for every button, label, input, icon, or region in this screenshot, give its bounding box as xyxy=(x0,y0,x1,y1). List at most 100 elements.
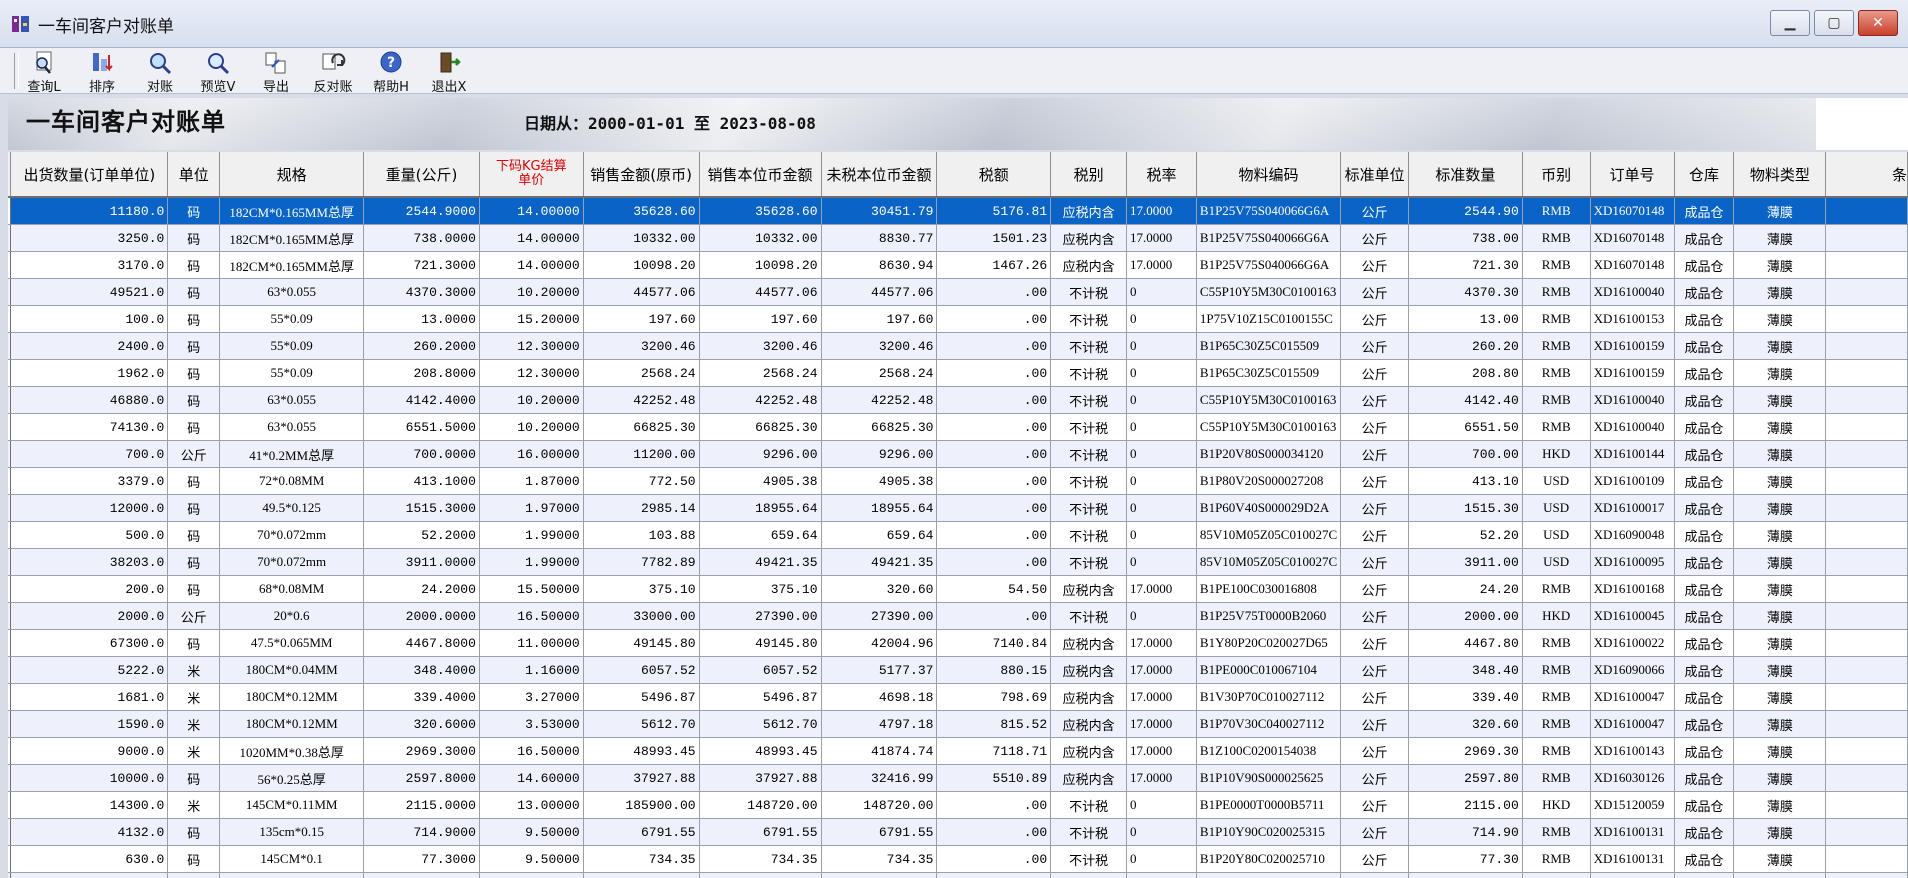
table-cell[interactable]: 42004.96 xyxy=(821,629,938,657)
table-cell[interactable]: 公斤 xyxy=(1340,413,1410,441)
table-cell[interactable]: 不计税 xyxy=(1050,602,1128,630)
table-cell[interactable]: 9296.00 xyxy=(699,440,822,468)
table-cell[interactable]: 3250.0 xyxy=(10,224,169,252)
col-header[interactable]: 销售本位币金额 xyxy=(699,152,822,198)
table-cell[interactable]: 码 xyxy=(167,332,221,360)
table-cell[interactable]: 成品仓 xyxy=(1674,359,1735,387)
table-cell[interactable]: 2969.3000 xyxy=(363,737,480,765)
table-cell[interactable]: 公斤 xyxy=(1340,845,1410,873)
table-cell[interactable]: 成品仓 xyxy=(1674,521,1735,549)
table-cell[interactable]: 734.35 xyxy=(699,845,822,873)
table-cell[interactable]: XD16100047 xyxy=(1590,710,1675,738)
table-cell[interactable]: 不计税 xyxy=(1050,467,1128,495)
table-cell[interactable]: 不计税 xyxy=(1050,521,1128,549)
table-cell[interactable]: 2969.30 xyxy=(1408,737,1523,765)
table-cell[interactable]: 薄膜 xyxy=(1733,521,1827,549)
table-cell[interactable]: 70*0.072mm xyxy=(219,548,365,576)
table-cell[interactable]: 1590.0 xyxy=(10,710,169,738)
table-cell[interactable]: 成品仓 xyxy=(1674,494,1735,522)
table-cell[interactable]: 38203.0 xyxy=(10,548,169,576)
table-cell[interactable]: 公斤 xyxy=(1340,656,1410,684)
table-cell[interactable]: XD16100153 xyxy=(1590,305,1675,333)
export-button[interactable]: 导出 xyxy=(254,50,298,95)
table-cell[interactable]: .00 xyxy=(936,413,1052,441)
table-cell[interactable]: 4797.18 xyxy=(821,710,938,738)
table-cell[interactable]: 11200.00 xyxy=(583,440,700,468)
table-cell[interactable]: 320.6000 xyxy=(363,710,480,738)
table-cell[interactable]: 3000.0 xyxy=(10,872,169,878)
table-cell[interactable]: 3200.46 xyxy=(583,332,700,360)
table-cell[interactable]: 码 xyxy=(167,359,221,387)
table-cell[interactable]: B1P65C30Z5C015509 xyxy=(1196,359,1342,387)
table-cell[interactable]: 11180.0 xyxy=(10,197,169,225)
table-cell[interactable]: 35628.60 xyxy=(699,197,822,225)
table-cell[interactable]: RMB xyxy=(1522,818,1591,846)
table-cell[interactable]: 薄膜 xyxy=(1733,656,1827,684)
table-cell[interactable]: 4905.38 xyxy=(821,467,938,495)
table-cell[interactable]: 798.69 xyxy=(936,683,1052,711)
table-cell[interactable]: 2597.8000 xyxy=(363,764,480,792)
table-cell[interactable]: 49145.80 xyxy=(583,629,700,657)
table-cell[interactable]: B1P25V75S040066G6A xyxy=(1196,224,1342,252)
table-cell[interactable]: 0 xyxy=(1126,413,1197,441)
table-cell[interactable]: 码 xyxy=(167,629,221,657)
table-cell[interactable]: 不计税 xyxy=(1050,278,1128,306)
table-cell[interactable]: 630.0 xyxy=(10,845,169,873)
table-cell[interactable]: 公斤 xyxy=(1340,278,1410,306)
table-cell[interactable]: 5177.37 xyxy=(821,656,938,684)
table-row[interactable]: 38203.0 码 70*0.072mm 3911.0000 1.99000 7782.8… xyxy=(8,548,1908,576)
table-cell[interactable]: USD xyxy=(1522,494,1591,522)
table-cell[interactable]: 10000.0 xyxy=(10,764,169,792)
table-cell[interactable]: .00 xyxy=(936,386,1052,414)
table-cell[interactable]: 不计税 xyxy=(1050,872,1128,878)
table-cell[interactable]: 77.3000 xyxy=(363,845,480,873)
table-cell[interactable]: 18955.64 xyxy=(821,494,938,522)
table-cell[interactable]: 薄膜 xyxy=(1733,359,1827,387)
minimize-icon[interactable]: ▁ xyxy=(1770,10,1810,36)
table-cell[interactable]: B1P10V90S000025625 xyxy=(1196,764,1342,792)
table-cell[interactable]: 应税内含 xyxy=(1050,251,1128,279)
table-cell[interactable]: XD16100022 xyxy=(1590,629,1675,657)
table-cell[interactable]: 3170.0 xyxy=(10,251,169,279)
table-cell[interactable]: 2568.24 xyxy=(821,359,938,387)
table-cell[interactable]: 10.20000 xyxy=(479,413,584,441)
col-header[interactable]: 订单号 xyxy=(1590,152,1675,198)
table-cell[interactable]: .00 xyxy=(936,332,1052,360)
table-cell[interactable]: .00 xyxy=(936,548,1052,576)
table-cell[interactable]: 48993.45 xyxy=(699,737,822,765)
table-cell[interactable]: B1P20Y80C020025710 xyxy=(1196,845,1342,873)
table-cell[interactable]: C55P10Y5M30C0100163 xyxy=(1196,386,1342,414)
table-cell[interactable]: 1.97000 xyxy=(479,494,584,522)
table-cell[interactable]: 薄膜 xyxy=(1733,305,1827,333)
table-cell[interactable]: 700.0000 xyxy=(363,440,480,468)
table-cell[interactable]: 3.53000 xyxy=(479,710,584,738)
table-cell[interactable]: B1Y80P20C020027D65 xyxy=(1196,629,1342,657)
table-cell[interactable]: .00 xyxy=(936,791,1052,819)
table-cell[interactable]: 7782.89 xyxy=(583,548,700,576)
table-cell[interactable]: 不计税 xyxy=(1050,332,1128,360)
table-cell[interactable]: 公斤 xyxy=(1340,521,1410,549)
table-cell[interactable]: 码 xyxy=(167,386,221,414)
table-cell[interactable]: 薄膜 xyxy=(1733,602,1827,630)
table-cell[interactable]: 9.50000 xyxy=(479,845,584,873)
table-cell[interactable]: RMB xyxy=(1522,764,1591,792)
table-cell[interactable]: 2400.0 xyxy=(10,332,169,360)
table-cell[interactable]: 16.00000 xyxy=(479,440,584,468)
table-cell[interactable]: 148720.00 xyxy=(821,791,938,819)
table-cell[interactable]: 薄膜 xyxy=(1733,278,1827,306)
table-cell[interactable]: 0 xyxy=(1126,386,1197,414)
table-cell[interactable]: 55*0.09 xyxy=(219,305,365,333)
table-cell[interactable]: 815.52 xyxy=(936,710,1052,738)
table-cell[interactable]: 不计税 xyxy=(1050,440,1128,468)
table-cell[interactable]: 成品仓 xyxy=(1674,629,1735,657)
table-cell[interactable]: 37927.88 xyxy=(583,764,700,792)
table-cell[interactable]: 33000.00 xyxy=(583,602,700,630)
table-cell[interactable]: 42252.48 xyxy=(583,386,700,414)
table-cell[interactable]: 成品仓 xyxy=(1674,845,1735,873)
table-cell[interactable]: C55P10Y5M30C0100163 xyxy=(1196,278,1342,306)
table-cell[interactable]: XD16070148 xyxy=(1590,251,1675,279)
table-cell[interactable]: 55*0.09 xyxy=(219,359,365,387)
table-cell[interactable]: XD16070148 xyxy=(1590,224,1675,252)
table-cell[interactable]: 208.8000 xyxy=(363,359,480,387)
table-cell[interactable]: 薄膜 xyxy=(1733,386,1827,414)
